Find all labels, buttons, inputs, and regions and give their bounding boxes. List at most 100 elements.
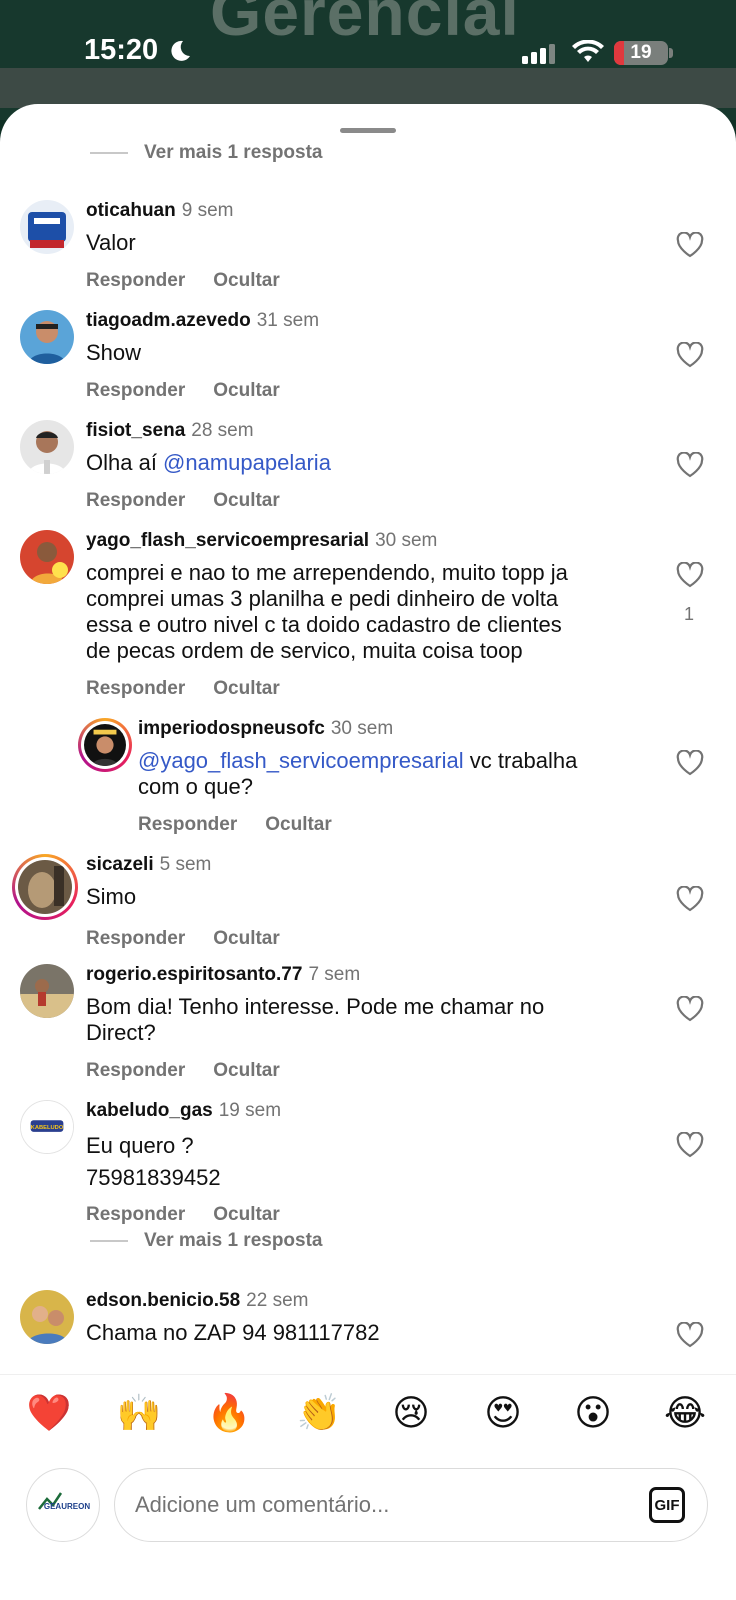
comment-text: Bom dia! Tenho interesse. Pode me chamar… [86,994,646,1046]
comment-text-line: Bom dia! Tenho interesse. Pode me chamar… [86,994,545,1019]
comment-username[interactable]: tiagoadm.azevedo [86,310,251,331]
comment-text: Valor [86,230,136,255]
comment-username[interactable]: edson.benicio.58 [86,1290,240,1311]
emoji-crying[interactable]: 😢 [388,1391,434,1437]
emoji-laughing[interactable]: 😂 [662,1391,708,1437]
like-heart-icon[interactable] [676,232,704,258]
like-heart-icon[interactable] [676,750,704,776]
comment-input[interactable] [135,1485,615,1525]
reply-button[interactable]: Responder [86,678,185,700]
status-time: 15:20 [84,34,159,66]
like-heart-icon[interactable] [676,562,704,588]
like-count: 1 [683,604,694,624]
mention-link[interactable]: @namupapelaria [163,450,331,475]
reply-button[interactable]: Responder [86,1060,185,1082]
emoji-heart-eyes[interactable]: 😍 [480,1391,526,1437]
hide-button[interactable]: Ocultar [213,1060,280,1082]
comment-time: 31 sem [256,310,320,331]
avatar[interactable] [20,530,74,584]
hide-button[interactable]: Ocultar [213,270,280,292]
emoji-surprised[interactable]: 😮 [570,1391,616,1437]
comment-text-line: comprei e nao to me arrependendo, muito … [86,560,568,585]
comment-text-line: 75981839452 [86,1165,221,1190]
comment-time: 9 sem [181,200,234,221]
view-more-replies-mid[interactable]: Ver mais 1 resposta [90,1226,323,1256]
view-more-replies-top[interactable]: Ver mais 1 resposta [90,138,323,168]
comment-time: 7 sem [308,964,361,985]
comment-username[interactable]: sicazeli [86,854,154,875]
avatar[interactable] [20,1290,74,1344]
avatar[interactable] [20,964,74,1018]
comment-header: sicazeli 5 sem [86,854,211,876]
comment-username[interactable]: imperiodospneusofc [138,718,325,739]
emoji-heart[interactable]: ❤️ [26,1391,72,1437]
gif-button[interactable]: GIF [649,1487,685,1523]
like-heart-icon[interactable] [676,1132,704,1158]
comment-text: Simo [86,884,137,909]
comment-actions: Responder Ocultar [86,928,280,950]
hide-button[interactable]: Ocultar [213,490,280,512]
comment-time: 30 sem [330,718,394,739]
avatar[interactable] [20,200,74,254]
comment-header: rogerio.espiritosanto.77 7 sem [86,964,360,986]
wifi-icon [572,40,604,62]
like-heart-icon[interactable] [676,452,704,478]
battery-percentage: 19 [630,42,652,63]
battery-tip [669,48,673,58]
comment-time: 5 sem [159,854,212,875]
hide-button[interactable]: Ocultar [265,814,332,836]
comment-header: edson.benicio.58 22 sem [86,1290,308,1312]
comment-actions: Responder Ocultar [86,678,280,700]
comment-text-line: Eu quero ? [86,1133,194,1158]
avatar[interactable] [20,310,74,364]
hide-button[interactable]: Ocultar [213,380,280,402]
comment-time: 30 sem [375,530,438,551]
comment-text: Olha aí @namupapelaria [86,450,331,476]
mention-link[interactable]: @yago_flash_servicoempresarial [138,748,464,773]
comment-actions: Responder Ocultar [86,380,280,402]
my-avatar[interactable]: GEAUREON [26,1468,100,1542]
hide-button[interactable]: Ocultar [213,928,280,950]
comment-text-prefix: Olha aí [86,450,164,475]
reply-button[interactable]: Responder [86,380,185,402]
like-heart-icon[interactable] [676,342,704,368]
avatar [84,724,126,766]
battery-indicator: 19 [614,41,668,65]
avatar-story-ring[interactable] [12,854,78,920]
comment-username[interactable]: yago_flash_servicoempresarial [86,530,369,551]
avatar-story-ring[interactable] [78,718,132,772]
comment-text-suffix: vc trabalha [463,748,578,773]
avatar-logo-text: KABELUDO [31,1125,64,1131]
my-avatar-logo-text: GEAUREON [44,1502,90,1511]
reply-button[interactable]: Responder [86,1204,185,1226]
reply-button[interactable]: Responder [86,490,185,512]
like-heart-icon[interactable] [676,996,704,1022]
comment-text: comprei e nao to me arrependendo, muito … [86,560,646,664]
comment-username[interactable]: fisiot_sena [86,420,185,441]
hide-button[interactable]: Ocultar [213,1204,280,1226]
avatar[interactable] [20,420,74,474]
comment-text: Show [86,340,142,365]
emoji-clapping[interactable]: 👏 [296,1391,342,1437]
like-heart-icon[interactable] [676,886,704,912]
comment-username[interactable]: kabeludo_gas [86,1100,213,1121]
drag-handle[interactable] [340,128,396,133]
reply-button[interactable]: Responder [86,928,185,950]
comment-username[interactable]: oticahuan [86,200,176,221]
reply-button[interactable]: Responder [138,814,237,836]
comment-header: kabeludo_gas 19 sem [86,1100,281,1122]
background-strip [0,68,736,108]
view-more-replies-label: Ver mais 1 resposta [144,1230,323,1251]
emoji-reaction-bar: ❤️ 🙌 🔥 👏 😢 😍 😮 😂 [0,1374,736,1460]
reply-button[interactable]: Responder [86,270,185,292]
like-heart-icon[interactable] [676,1322,704,1348]
avatar[interactable]: KABELUDO [20,1100,74,1154]
comment-time: 28 sem [191,420,254,441]
comment-username[interactable]: rogerio.espiritosanto.77 [86,964,302,985]
comment-text-line: essa e outro nivel c ta doido cadastro d… [86,612,562,637]
comment-actions: Responder Ocultar [86,1204,280,1226]
comment-input-box[interactable]: GIF [114,1468,708,1542]
emoji-raised-hands[interactable]: 🙌 [116,1391,162,1437]
emoji-fire[interactable]: 🔥 [206,1391,252,1437]
hide-button[interactable]: Ocultar [213,678,280,700]
